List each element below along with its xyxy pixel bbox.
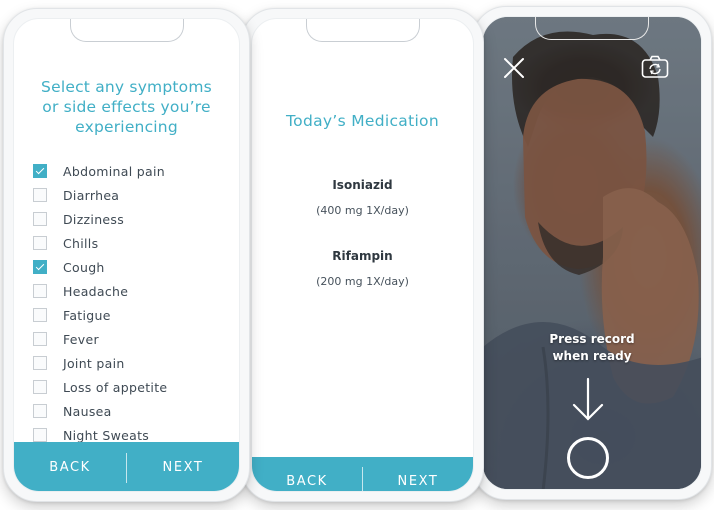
bottom-action-bar: BACK NEXT: [252, 457, 473, 491]
symptom-label: Night Sweats: [63, 427, 150, 443]
phone-notch: [305, 19, 420, 42]
symptom-checkbox[interactable]: [33, 164, 47, 178]
phone-camera: Press record when ready: [472, 6, 712, 500]
medication-screen: Today’s Medication Isoniazid (400 mg 1X/…: [251, 18, 474, 492]
symptom-item[interactable]: Joint pain: [33, 351, 167, 375]
symptom-item[interactable]: Loss of appetite: [33, 375, 167, 399]
symptom-label: Fever: [63, 331, 99, 347]
medication-dose: (200 mg 1X/day): [316, 275, 409, 288]
medication-dose: (400 mg 1X/day): [316, 204, 409, 217]
title-line-2: or side effects you’re: [42, 98, 211, 116]
medication-name: Rifampin: [332, 249, 393, 263]
camera-screen: Press record when ready: [482, 16, 702, 490]
page-title: Today’s Medication: [286, 112, 439, 130]
back-button[interactable]: BACK: [14, 442, 126, 491]
symptom-checkbox[interactable]: [33, 260, 47, 274]
symptom-checkbox[interactable]: [33, 332, 47, 346]
symptom-checkbox[interactable]: [33, 212, 47, 226]
close-icon[interactable]: [503, 57, 525, 79]
symptom-checkbox[interactable]: [33, 428, 47, 442]
symptom-checkbox[interactable]: [33, 284, 47, 298]
bottom-action-bar: BACK NEXT: [14, 442, 239, 491]
symptom-item[interactable]: Chills: [33, 231, 167, 255]
symptom-label: Diarrhea: [63, 187, 120, 203]
symptom-label: Cough: [63, 259, 105, 275]
symptom-item[interactable]: Fatigue: [33, 303, 167, 327]
phone-notch: [69, 19, 184, 42]
symptom-checkbox[interactable]: [33, 188, 47, 202]
symptom-label: Joint pain: [63, 355, 125, 371]
phone-symptoms: Select any symptoms or side effects you’…: [3, 8, 250, 502]
symptom-label: Nausea: [63, 403, 112, 419]
symptom-label: Chills: [63, 235, 99, 251]
symptom-checkbox[interactable]: [33, 308, 47, 322]
symptom-label: Loss of appetite: [63, 379, 168, 395]
record-button[interactable]: [566, 436, 610, 480]
symptom-checkbox[interactable]: [33, 404, 47, 418]
symptom-label: Fatigue: [63, 307, 111, 323]
phone-medication: Today’s Medication Isoniazid (400 mg 1X/…: [241, 8, 484, 502]
medication-name: Isoniazid: [332, 178, 393, 192]
title-line-3: experiencing: [75, 118, 178, 136]
instruction-line-2: when ready: [552, 349, 632, 363]
symptom-item[interactable]: Fever: [33, 327, 167, 351]
back-button[interactable]: BACK: [252, 457, 362, 491]
symptom-checkbox[interactable]: [33, 356, 47, 370]
symptoms-screen: Select any symptoms or side effects you’…: [13, 18, 240, 492]
symptom-item[interactable]: Cough: [33, 255, 167, 279]
next-button[interactable]: NEXT: [363, 457, 473, 491]
record-instruction: Press record when ready: [483, 331, 701, 365]
symptom-label: Headache: [63, 283, 129, 299]
symptom-checkbox[interactable]: [33, 236, 47, 250]
flip-camera-icon[interactable]: [641, 55, 669, 79]
page-title: Select any symptoms or side effects you’…: [14, 77, 239, 137]
phone-notch: [535, 17, 649, 40]
instruction-line-1: Press record: [549, 332, 635, 346]
symptom-label: Abdominal pain: [63, 163, 165, 179]
symptom-item[interactable]: Dizziness: [33, 207, 167, 231]
symptom-item[interactable]: Nausea: [33, 399, 167, 423]
next-button[interactable]: NEXT: [127, 442, 239, 491]
symptom-list: Abdominal pain Diarrhea Dizziness Chills Cou…: [33, 159, 167, 447]
symptom-checkbox[interactable]: [33, 380, 47, 394]
arrow-down-icon: [571, 377, 605, 423]
symptom-item[interactable]: Diarrhea: [33, 183, 167, 207]
title-line-1: Select any symptoms: [41, 78, 212, 96]
symptom-item[interactable]: Headache: [33, 279, 167, 303]
symptom-item[interactable]: Abdominal pain: [33, 159, 167, 183]
symptom-label: Dizziness: [63, 211, 125, 227]
